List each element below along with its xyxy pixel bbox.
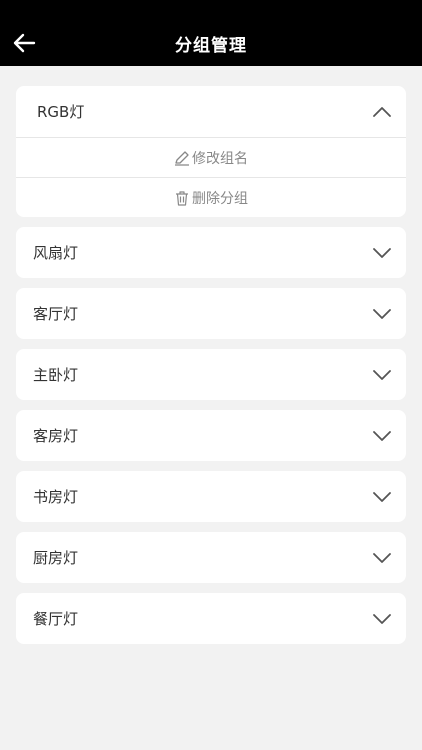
- delete-group-button[interactable]: 删除分组: [16, 177, 406, 217]
- group-label: 厨房灯: [33, 549, 79, 567]
- chevron-down-icon: [372, 365, 392, 385]
- group-label: 风扇灯: [33, 244, 79, 262]
- group-list: RGB灯 修改组名 删除分组 风扇灯 客厅灯 主卧灯 客房灯 书房灯 厨房灯 餐…: [16, 86, 406, 654]
- group-label: RGB灯: [37, 103, 85, 121]
- delete-group-label: 删除分组: [192, 190, 248, 207]
- group-card: 主卧灯: [16, 349, 406, 400]
- group-card: 客房灯: [16, 410, 406, 461]
- chevron-up-icon: [372, 102, 392, 122]
- group-card: 厨房灯: [16, 532, 406, 583]
- group-label: 餐厅灯: [33, 610, 79, 628]
- group-card: 餐厅灯: [16, 593, 406, 644]
- group-label: 书房灯: [33, 488, 79, 506]
- group-header[interactable]: 餐厅灯: [16, 593, 406, 644]
- chevron-down-icon: [372, 609, 392, 629]
- group-header[interactable]: 风扇灯: [16, 227, 406, 278]
- group-header[interactable]: 客房灯: [16, 410, 406, 461]
- group-card: 书房灯: [16, 471, 406, 522]
- chevron-down-icon: [372, 426, 392, 446]
- group-label: 主卧灯: [33, 366, 79, 384]
- group-card-expanded: RGB灯 修改组名 删除分组: [16, 86, 406, 217]
- group-card: 风扇灯: [16, 227, 406, 278]
- edit-icon: [174, 150, 190, 166]
- group-header[interactable]: 厨房灯: [16, 532, 406, 583]
- group-header[interactable]: 书房灯: [16, 471, 406, 522]
- header-bar: 分组管理: [0, 0, 422, 66]
- trash-icon: [174, 190, 190, 206]
- chevron-down-icon: [372, 304, 392, 324]
- group-card: 客厅灯: [16, 288, 406, 339]
- chevron-down-icon: [372, 487, 392, 507]
- group-header[interactable]: 客厅灯: [16, 288, 406, 339]
- group-header[interactable]: 主卧灯: [16, 349, 406, 400]
- group-header-rgb[interactable]: RGB灯: [16, 86, 406, 137]
- chevron-down-icon: [372, 548, 392, 568]
- group-label: 客房灯: [33, 427, 79, 445]
- rename-group-button[interactable]: 修改组名: [16, 137, 406, 177]
- rename-group-label: 修改组名: [192, 150, 248, 167]
- group-label: 客厅灯: [33, 305, 79, 323]
- chevron-down-icon: [372, 243, 392, 263]
- page-title: 分组管理: [175, 36, 247, 56]
